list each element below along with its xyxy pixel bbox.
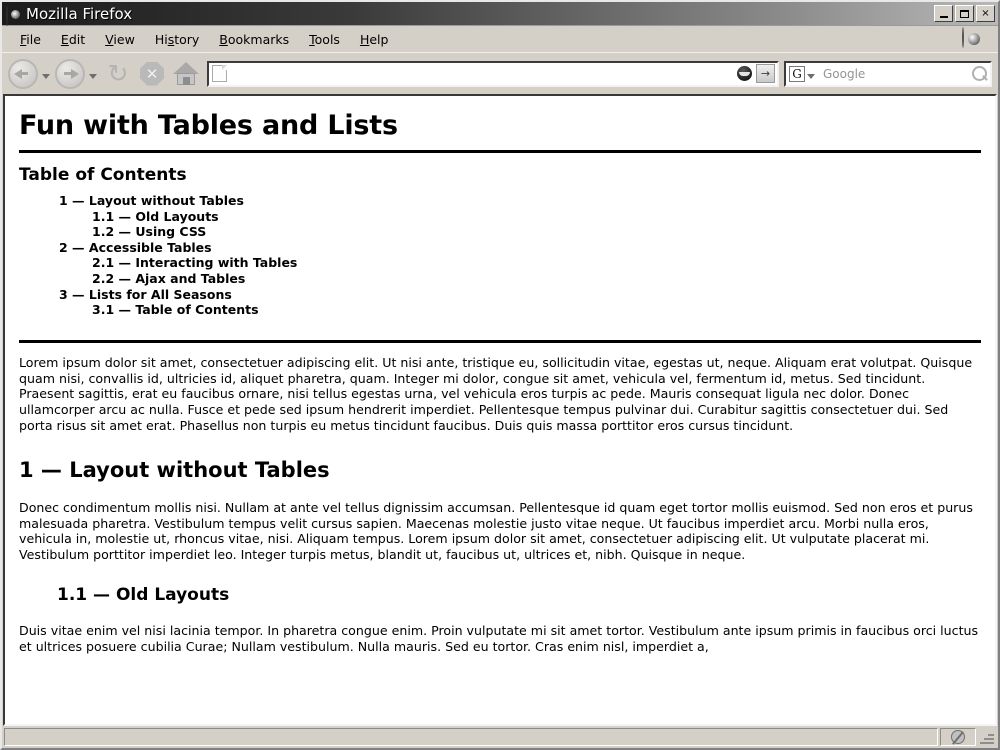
page-title: Fun with Tables and Lists bbox=[19, 110, 398, 141]
title-bar: Mozilla Firefox × bbox=[2, 2, 998, 26]
section-1-1-paragraph: Duis vitae enim vel nisi lacinia tempor.… bbox=[19, 622, 979, 654]
back-button[interactable] bbox=[8, 58, 38, 89]
stop-icon: ✕ bbox=[140, 61, 164, 86]
section-1-1-heading: 1.1 — Old Layouts bbox=[57, 584, 230, 605]
menu-history[interactable]: History bbox=[145, 29, 209, 50]
toc-item[interactable]: 3.1 — Table of Contents bbox=[59, 302, 981, 318]
menu-bookmarks[interactable]: Bookmarks bbox=[209, 29, 299, 50]
no-entry-icon bbox=[951, 730, 965, 744]
go-arrow-icon: → bbox=[756, 64, 775, 83]
toc-heading: Table of Contents bbox=[19, 165, 187, 185]
menu-edit[interactable]: Edit bbox=[51, 29, 95, 50]
rss-feed-icon[interactable] bbox=[735, 64, 754, 83]
page-favicon-icon bbox=[212, 65, 227, 82]
search-input[interactable]: Google bbox=[818, 67, 970, 81]
search-engine-dropdown-icon[interactable] bbox=[807, 74, 815, 79]
status-message bbox=[4, 728, 938, 746]
maximize-button[interactable] bbox=[955, 5, 974, 22]
toc-item[interactable]: 3 — Lists for All Seasons bbox=[59, 287, 981, 303]
menu-tools[interactable]: Tools bbox=[299, 29, 350, 50]
forward-dropdown-icon[interactable] bbox=[89, 74, 97, 79]
search-engine-icon[interactable]: G bbox=[789, 65, 805, 82]
stop-button[interactable]: ✕ bbox=[136, 58, 168, 90]
magnifier-icon[interactable] bbox=[970, 65, 988, 83]
title-divider bbox=[19, 150, 981, 153]
window-controls: × bbox=[934, 5, 995, 22]
minimize-button[interactable] bbox=[934, 5, 953, 22]
window-title: Mozilla Firefox bbox=[26, 4, 133, 23]
status-bar bbox=[2, 726, 998, 748]
section-1-paragraph: Donec condimentum mollis nisi. Nullam at… bbox=[19, 499, 973, 563]
toc-item[interactable]: 2.1 — Interacting with Tables bbox=[59, 255, 981, 271]
reload-button[interactable]: ↻ bbox=[102, 58, 134, 90]
toc-item[interactable]: 2 — Accessible Tables bbox=[59, 240, 981, 256]
table-of-contents: 1 — Layout without Tables 1.1 — Old Layou… bbox=[19, 193, 981, 318]
toc-item[interactable]: 1.2 — Using CSS bbox=[59, 224, 981, 240]
reload-icon: ↻ bbox=[107, 59, 129, 88]
toc-item[interactable]: 2.2 — Ajax and Tables bbox=[59, 271, 981, 287]
home-icon bbox=[173, 61, 199, 86]
firefox-logo-icon bbox=[6, 4, 22, 26]
menu-bar: File Edit View History Bookmarks Tools H… bbox=[2, 26, 998, 52]
back-dropdown-icon[interactable] bbox=[42, 74, 50, 79]
search-bar[interactable]: G Google bbox=[784, 60, 992, 87]
resize-grip-icon[interactable] bbox=[978, 728, 996, 746]
browser-window: Mozilla Firefox × File Edit View History… bbox=[0, 0, 1000, 750]
toc-item[interactable]: 1 — Layout without Tables bbox=[59, 193, 981, 209]
toc-item[interactable]: 1.1 — Old Layouts bbox=[59, 209, 981, 225]
navigation-toolbar: ↻ ✕ → G Google bbox=[2, 52, 998, 94]
close-button[interactable]: × bbox=[976, 5, 995, 22]
url-bar[interactable]: → bbox=[207, 60, 779, 87]
web-page: Fun with Tables and Lists Table of Conte… bbox=[5, 96, 995, 655]
intro-paragraph: Lorem ipsum dolor sit amet, consectetuer… bbox=[19, 354, 973, 433]
forward-button[interactable] bbox=[55, 58, 85, 89]
firefox-throbber-icon[interactable] bbox=[962, 27, 984, 50]
menu-view[interactable]: View bbox=[95, 29, 145, 50]
go-button[interactable]: → bbox=[756, 64, 775, 83]
menu-file[interactable]: File bbox=[10, 29, 51, 50]
security-status-button[interactable] bbox=[940, 728, 976, 746]
content-viewport: Fun with Tables and Lists Table of Conte… bbox=[3, 94, 997, 726]
section-1-heading: 1 — Layout without Tables bbox=[19, 457, 330, 482]
home-button[interactable] bbox=[170, 58, 202, 90]
toc-divider bbox=[19, 339, 981, 343]
menu-help[interactable]: Help bbox=[350, 29, 399, 50]
